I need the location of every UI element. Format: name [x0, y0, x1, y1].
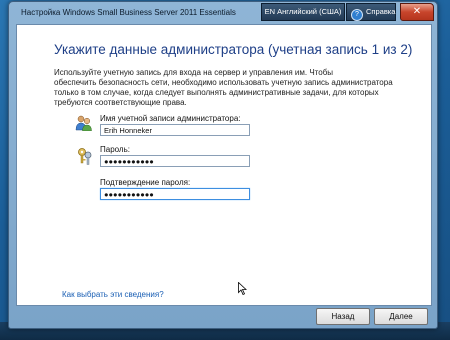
password-label: Пароль: — [100, 145, 130, 154]
users-icon — [75, 115, 92, 131]
description-line: обеспечить безопасность сети, необходимо… — [54, 78, 393, 87]
setup-window: Настройка Windows Small Business Server … — [8, 1, 438, 329]
account-name-label: Имя учетной записи администратора: — [100, 114, 241, 123]
close-button[interactable]: ✕ — [400, 3, 434, 21]
title-bar: Настройка Windows Small Business Server … — [9, 2, 437, 24]
close-icon: ✕ — [412, 6, 422, 17]
confirm-password-field[interactable]: ●●●●●●●●●●● — [100, 188, 250, 200]
next-button[interactable]: Далее — [374, 308, 428, 325]
mouse-cursor-icon — [238, 282, 247, 295]
language-indicator[interactable]: EN Английский (США) — [261, 3, 345, 21]
keys-icon — [78, 148, 92, 165]
window-title: Настройка Windows Small Business Server … — [21, 8, 236, 17]
password-field[interactable]: ●●●●●●●●●●● — [100, 155, 250, 167]
help-button[interactable]: ? Справка — [346, 3, 396, 21]
description-line: Используйте учетную запись для входа на … — [54, 68, 334, 77]
help-label: Справка — [366, 7, 396, 16]
account-name-field[interactable]: Erih Honneker — [100, 124, 250, 136]
page-heading: Укажите данные администратора (учетная з… — [54, 42, 413, 57]
description-line: только в том случае, когда следует выпол… — [54, 88, 379, 97]
page-description: Используйте учетную запись для входа на … — [54, 68, 404, 108]
description-line: требуются соответствующие права. — [54, 98, 187, 107]
wizard-content: Укажите данные администратора (учетная з… — [16, 24, 432, 306]
confirm-password-label: Подтверждение пароля: — [100, 178, 191, 187]
help-icon: ? — [351, 9, 363, 21]
help-link[interactable]: Как выбрать эти сведения? — [62, 290, 164, 299]
back-button[interactable]: Назад — [316, 308, 370, 325]
